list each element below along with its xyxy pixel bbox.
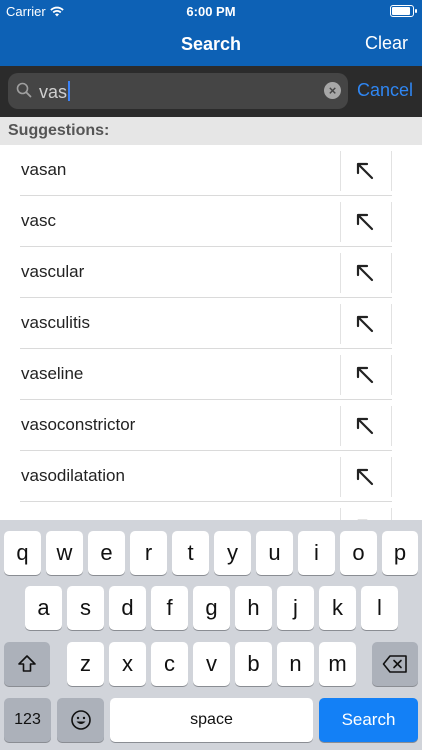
list-item[interactable]: vasoconstrictor bbox=[0, 400, 422, 451]
key-f[interactable]: f bbox=[151, 586, 188, 630]
key-k[interactable]: k bbox=[319, 586, 356, 630]
list-item[interactable]: vasc bbox=[0, 196, 422, 247]
key-r[interactable]: r bbox=[130, 531, 167, 575]
search-input-value: vas bbox=[39, 82, 68, 102]
status-bar: Carrier 6:00 PM bbox=[0, 0, 422, 22]
key-p[interactable]: p bbox=[382, 531, 418, 575]
navigation-bar: Search Clear bbox=[0, 22, 422, 66]
suggestions-header: Suggestions: bbox=[0, 117, 422, 145]
row-divider bbox=[391, 406, 392, 446]
row-divider bbox=[391, 457, 392, 497]
suggestion-label: vasan bbox=[21, 160, 67, 179]
status-time: 6:00 PM bbox=[186, 4, 236, 19]
arrow-up-left-icon[interactable] bbox=[355, 314, 375, 334]
key-w[interactable]: w bbox=[46, 531, 83, 575]
clear-button[interactable]: Clear bbox=[365, 33, 408, 54]
suggestion-label: vasc bbox=[21, 211, 56, 230]
emoji-key[interactable] bbox=[57, 698, 104, 742]
row-divider bbox=[340, 253, 341, 293]
key-e[interactable]: e bbox=[88, 531, 125, 575]
suggestion-label: vascular bbox=[21, 262, 85, 281]
backspace-icon bbox=[382, 655, 407, 673]
list-item[interactable]: vasodilatation bbox=[0, 451, 422, 502]
row-divider bbox=[391, 355, 392, 395]
clear-text-icon[interactable]: × bbox=[324, 82, 341, 99]
search-key[interactable]: Search bbox=[319, 698, 418, 742]
list-item[interactable]: vascular bbox=[0, 247, 422, 298]
cancel-button[interactable]: Cancel bbox=[357, 80, 413, 101]
arrow-up-left-icon[interactable] bbox=[355, 365, 375, 385]
space-key[interactable]: space bbox=[110, 698, 313, 742]
row-divider bbox=[340, 508, 341, 520]
key-d[interactable]: d bbox=[109, 586, 146, 630]
search-input[interactable]: vas × bbox=[8, 73, 348, 109]
key-z[interactable]: z bbox=[67, 642, 104, 686]
key-v[interactable]: v bbox=[193, 642, 230, 686]
row-divider bbox=[340, 202, 341, 242]
list-item[interactable]: vasculitis bbox=[0, 298, 422, 349]
arrow-up-left-icon[interactable] bbox=[355, 416, 375, 436]
shift-key[interactable] bbox=[4, 642, 50, 686]
key-m[interactable]: m bbox=[319, 642, 356, 686]
key-l[interactable]: l bbox=[361, 586, 398, 630]
arrow-up-left-icon[interactable] bbox=[355, 467, 375, 487]
battery-icon bbox=[390, 5, 417, 17]
keyboard: q w e r t y u i o p a s d f g h j k l z … bbox=[0, 520, 422, 750]
key-j[interactable]: j bbox=[277, 586, 314, 630]
row-divider bbox=[340, 304, 341, 344]
key-q[interactable]: q bbox=[4, 531, 41, 575]
emoji-icon bbox=[70, 710, 91, 730]
row-divider bbox=[340, 151, 341, 191]
shift-icon bbox=[18, 655, 36, 672]
key-g[interactable]: g bbox=[193, 586, 230, 630]
key-h[interactable]: h bbox=[235, 586, 272, 630]
row-divider bbox=[391, 304, 392, 344]
row-divider bbox=[391, 508, 392, 520]
row-divider bbox=[340, 457, 341, 497]
suggestion-label: vasoconstrictor bbox=[21, 415, 136, 434]
key-x[interactable]: x bbox=[109, 642, 146, 686]
key-s[interactable]: s bbox=[67, 586, 104, 630]
row-divider bbox=[391, 151, 392, 191]
page-title: Search bbox=[180, 34, 242, 54]
key-c[interactable]: c bbox=[151, 642, 188, 686]
key-t[interactable]: t bbox=[172, 531, 209, 575]
suggestion-label: vaseline bbox=[21, 364, 84, 383]
suggestion-label: vasculitis bbox=[21, 313, 90, 332]
key-y[interactable]: y bbox=[214, 531, 251, 575]
backspace-key[interactable] bbox=[372, 642, 418, 686]
list-item[interactable]: vasan bbox=[0, 145, 422, 196]
arrow-up-left-icon[interactable] bbox=[355, 212, 375, 232]
key-o[interactable]: o bbox=[340, 531, 377, 575]
search-bar: vas × Cancel bbox=[0, 66, 422, 117]
suggestion-label: vasodilatation bbox=[21, 466, 125, 485]
arrow-up-left-icon[interactable] bbox=[355, 263, 375, 283]
battery-level bbox=[392, 7, 411, 15]
arrow-up-left-icon[interactable] bbox=[355, 161, 375, 181]
text-cursor bbox=[68, 81, 71, 101]
key-n[interactable]: n bbox=[277, 642, 314, 686]
row-divider bbox=[391, 202, 392, 242]
key-u[interactable]: u bbox=[256, 531, 293, 575]
key-b[interactable]: b bbox=[235, 642, 272, 686]
search-icon bbox=[16, 82, 32, 98]
list-item[interactable] bbox=[0, 502, 422, 520]
row-divider bbox=[340, 406, 341, 446]
numbers-key[interactable]: 123 bbox=[4, 698, 51, 742]
row-divider bbox=[391, 253, 392, 293]
suggestions-list[interactable]: vasan vasc vascular vasculitis vaseline … bbox=[0, 145, 422, 520]
row-divider bbox=[340, 355, 341, 395]
key-i[interactable]: i bbox=[298, 531, 335, 575]
list-item[interactable]: vaseline bbox=[0, 349, 422, 400]
key-a[interactable]: a bbox=[25, 586, 62, 630]
